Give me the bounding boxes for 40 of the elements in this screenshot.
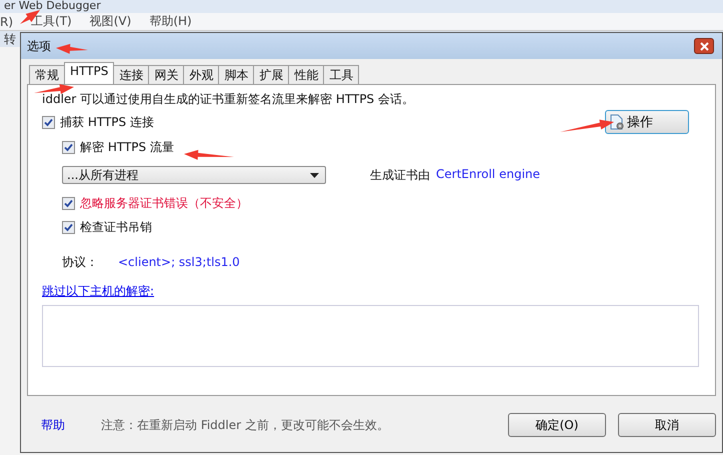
protocols-value[interactable]: <client>; ssl3;tls1.0 <box>118 255 240 269</box>
help-link[interactable]: 帮助 <box>41 416 65 434</box>
menu-item[interactable]: R) <box>0 14 14 28</box>
close-icon <box>700 42 708 50</box>
actions-button[interactable]: 操作 <box>605 110 689 134</box>
tab[interactable]: 网关 <box>148 65 184 85</box>
checkmark-icon <box>64 198 73 208</box>
checkmark-icon <box>64 142 73 152</box>
dropdown-caret-icon <box>310 172 319 178</box>
tab[interactable]: 外观 <box>183 65 220 85</box>
description-text: iddler 可以通过使用自生成的证书重新签名流里来解密 HTTPS 会话。 <box>42 91 415 108</box>
tab[interactable]: 常规 <box>29 65 65 85</box>
tab[interactable]: 工具 <box>323 65 360 85</box>
restart-note: 注意：在重新启动 Fiddler 之前，更改可能不会生效。 <box>101 416 390 434</box>
tab[interactable]: HTTPS <box>64 62 114 85</box>
checkmark-icon <box>64 222 73 232</box>
skip-decryption-link[interactable]: 跳过以下主机的解密: <box>42 283 154 301</box>
dialog-button[interactable]: 取消 <box>618 413 716 437</box>
tab[interactable]: 连接 <box>113 65 150 85</box>
tab[interactable]: 扩展 <box>253 65 290 85</box>
checkmark-icon <box>44 118 53 126</box>
dialog-button[interactable]: 确定(O) <box>508 413 606 437</box>
cert-generator-label: 生成证书由 <box>370 166 430 184</box>
hosts-input-field[interactable] <box>42 305 699 367</box>
tab[interactable]: 脚本 <box>218 65 254 85</box>
tab[interactable]: 性能 <box>288 65 324 85</box>
toolbar-label[interactable]: 转 <box>4 32 16 46</box>
checkbox[interactable]: 检查证书吊销 <box>62 215 707 239</box>
window-title: er Web Debugger <box>0 0 723 13</box>
checkbox[interactable]: 忽略服务器证书错误（不安全） <box>62 191 707 215</box>
menu-item[interactable]: 帮助(H) <box>149 13 192 30</box>
checkbox[interactable]: 解密 HTTPS 流量 <box>62 135 707 159</box>
close-button[interactable] <box>694 38 714 54</box>
checkbox[interactable]: 捕获 HTTPS 连接 <box>42 110 154 134</box>
cert-generator-value: CertEnroll engine <box>436 166 540 182</box>
process-dropdown[interactable]: ...从所有进程 <box>62 166 326 184</box>
menu-item[interactable]: 视图(V) <box>90 13 132 30</box>
dialog-title: 选项 <box>27 38 51 54</box>
protocols-label: 协议： <box>62 254 98 270</box>
document-gear-icon <box>609 114 625 130</box>
